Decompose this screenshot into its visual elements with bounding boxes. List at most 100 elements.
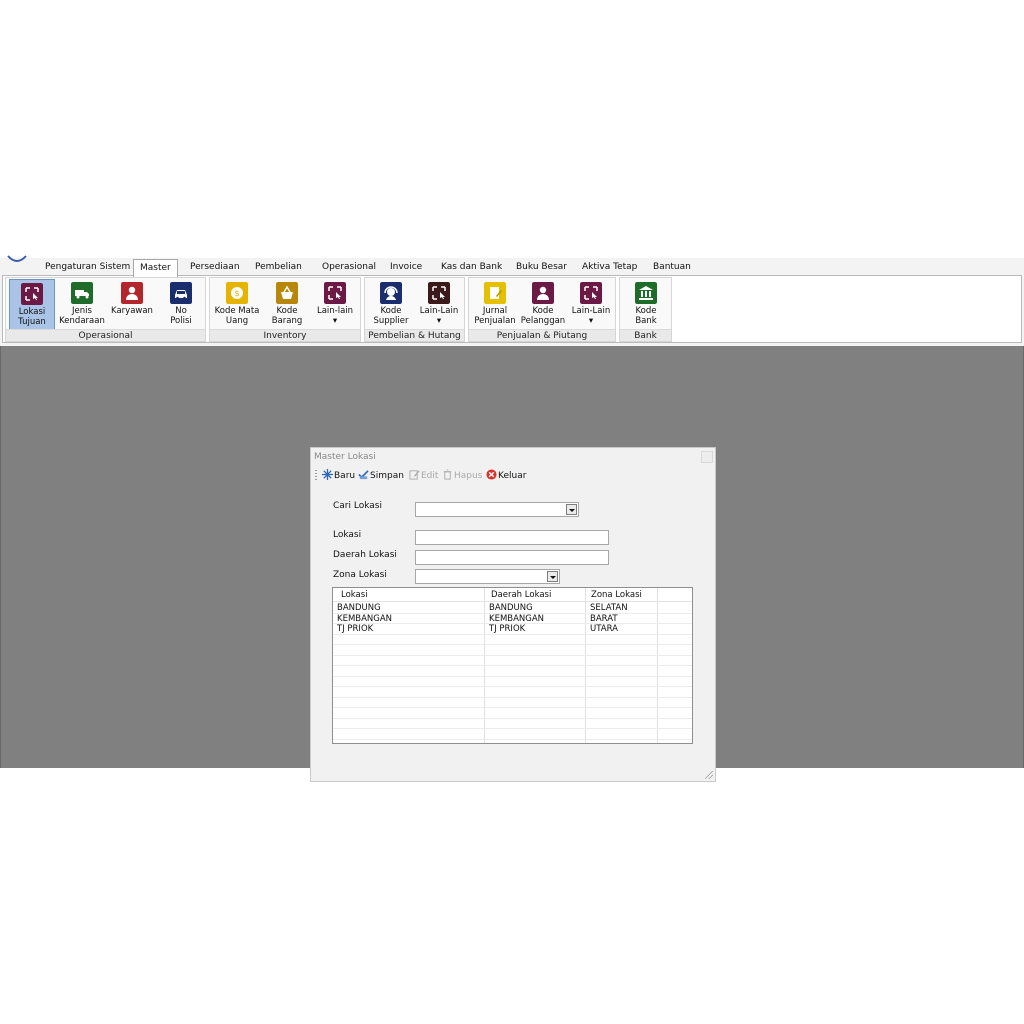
keluar-label: Keluar	[498, 471, 527, 481]
person-icon	[121, 282, 143, 304]
coin-icon: $	[226, 282, 248, 304]
ribbon-button-lain-lain-inventory[interactable]: Lain-lain ▾	[312, 279, 358, 330]
ribbon-button-no-polisi[interactable]: No Polisi	[158, 279, 204, 330]
chevron-down-icon[interactable]	[566, 504, 577, 515]
tab-master[interactable]: Master	[133, 259, 178, 277]
dialog-title: Master Lokasi	[314, 452, 376, 462]
ribbon-button-label: Kode Supplier	[373, 306, 409, 326]
cell-daerah-lokasi: TJ PRIOK	[489, 624, 526, 634]
ribbon-button-kode-mata-uang[interactable]: $ Kode Mata Uang	[213, 279, 261, 330]
trash-icon	[443, 469, 452, 480]
ribbon-group-label: Operasional	[6, 329, 205, 341]
ribbon-button-kode-pelanggan[interactable]: Kode Pelanggan	[520, 279, 566, 330]
ribbon-group-operasional: Lokasi Tujuan Jenis Kendaraan Karyawan N…	[5, 277, 206, 342]
keluar-button[interactable]: Keluar	[486, 469, 526, 483]
snowflake-icon	[322, 469, 333, 480]
tab-operasional[interactable]: Operasional	[316, 259, 382, 276]
daerah-lokasi-label: Daerah Lokasi	[333, 550, 397, 560]
ribbon-button-lain-lain-pembelian[interactable]: Lain-Lain ▾	[416, 279, 462, 330]
baru-label: Baru	[334, 471, 356, 481]
ribbon-group-penjualan-piutang: Jurnal Penjualan Kode Pelanggan Lain-Lai…	[468, 277, 616, 342]
simpan-button[interactable]: Simpan	[358, 469, 404, 483]
master-lokasi-dialog: Master Lokasi Baru Simpan Edit Hapus Kel…	[310, 447, 716, 782]
ribbon: Lokasi Tujuan Jenis Kendaraan Karyawan N…	[2, 275, 1022, 343]
grid-header: Lokasi Daerah Lokasi Zona Lokasi	[333, 589, 692, 602]
application-window: Pengaturan Sistem Master Persediaan Pemb…	[0, 255, 1024, 782]
ribbon-button-kode-supplier[interactable]: Kode Supplier	[368, 279, 414, 330]
menu-bar: Pengaturan Sistem Master Persediaan Pemb…	[0, 255, 1024, 277]
ribbon-button-label: No Polisi	[170, 306, 192, 326]
location-target-icon	[580, 282, 602, 304]
edit-button[interactable]: Edit	[409, 469, 438, 483]
ribbon-button-lokasi-tujuan[interactable]: Lokasi Tujuan	[9, 279, 55, 330]
location-target-icon	[428, 282, 450, 304]
tab-invoice[interactable]: Invoice	[384, 259, 428, 276]
ribbon-button-jenis-kendaraan[interactable]: Jenis Kendaraan	[59, 279, 105, 330]
ribbon-button-label: Lain-lain ▾	[316, 306, 354, 326]
simpan-label: Simpan	[370, 471, 404, 481]
cell-daerah-lokasi: BANDUNG	[489, 603, 533, 613]
ribbon-button-label: Kode Pelanggan	[520, 306, 566, 326]
tab-pengaturan-sistem[interactable]: Pengaturan Sistem	[39, 259, 136, 276]
lokasi-grid[interactable]: Lokasi Daerah Lokasi Zona Lokasi BANDUNG…	[332, 587, 693, 744]
location-target-icon	[21, 283, 43, 305]
ribbon-button-label: Lain-Lain ▾	[571, 306, 611, 326]
basket-icon	[276, 282, 298, 304]
ribbon-group-label: Penjualan & Piutang	[469, 329, 615, 341]
headset-icon	[380, 282, 402, 304]
bank-icon	[635, 282, 657, 304]
hapus-button[interactable]: Hapus	[442, 469, 482, 483]
cari-lokasi-dropdown[interactable]	[415, 502, 579, 517]
table-row[interactable]: TJ PRIOK TJ PRIOK UTARA	[333, 624, 692, 635]
ribbon-group-bank: Kode Bank Bank	[619, 277, 672, 342]
car-icon	[170, 282, 192, 304]
cell-lokasi: BANDUNG	[337, 603, 381, 613]
tab-kas-dan-bank[interactable]: Kas dan Bank	[435, 259, 508, 276]
ribbon-button-label: Jurnal Penjualan	[474, 306, 516, 326]
cell-zona-lokasi: SELATAN	[590, 603, 628, 613]
tab-buku-besar[interactable]: Buku Besar	[510, 259, 573, 276]
ribbon-group-label: Inventory	[210, 329, 360, 341]
dialog-toolbar: Baru Simpan Edit Hapus Keluar	[315, 468, 711, 484]
ribbon-button-kode-bank[interactable]: Kode Bank	[623, 279, 669, 330]
ribbon-group-inventory: $ Kode Mata Uang Kode Barang Lain-lain ▾…	[209, 277, 361, 342]
tab-pembelian[interactable]: Pembelian	[249, 259, 308, 276]
ribbon-button-karyawan[interactable]: Karyawan	[109, 279, 155, 330]
ribbon-button-label: Kode Mata Uang	[214, 306, 260, 326]
baru-button[interactable]: Baru	[322, 469, 355, 483]
ribbon-group-pembelian-hutang: Kode Supplier Lain-Lain ▾ Pembelian & Hu…	[364, 277, 465, 342]
save-icon	[358, 470, 369, 480]
cell-lokasi: TJ PRIOK	[337, 624, 374, 634]
mdi-workspace: Master Lokasi Baru Simpan Edit Hapus Kel…	[0, 346, 1024, 782]
edit-label: Edit	[421, 471, 439, 481]
ribbon-button-lain-lain-penjualan[interactable]: Lain-Lain ▾	[568, 279, 614, 330]
dialog-close-button[interactable]	[701, 451, 713, 463]
column-header-lokasi[interactable]: Lokasi	[337, 589, 483, 601]
ribbon-button-label: Kode Barang	[271, 306, 303, 326]
journal-icon	[484, 282, 506, 304]
ribbon-button-jurnal-penjualan[interactable]: Jurnal Penjualan	[472, 279, 518, 330]
table-row[interactable]: BANDUNG BANDUNG SELATAN	[333, 603, 692, 614]
close-icon	[486, 469, 497, 480]
location-target-icon	[324, 282, 346, 304]
tab-aktiva-tetap[interactable]: Aktiva Tetap	[576, 259, 643, 276]
zona-lokasi-label: Zona Lokasi	[333, 570, 387, 580]
column-header-daerah-lokasi[interactable]: Daerah Lokasi	[487, 589, 585, 601]
hapus-label: Hapus	[454, 471, 483, 481]
resize-grip[interactable]	[705, 771, 713, 779]
ribbon-button-kode-barang[interactable]: Kode Barang	[264, 279, 310, 330]
zona-lokasi-dropdown[interactable]	[415, 569, 560, 584]
cell-zona-lokasi: UTARA	[590, 624, 618, 634]
tab-bantuan[interactable]: Bantuan	[647, 259, 697, 276]
toolbar-grip[interactable]	[315, 470, 317, 482]
tab-persediaan[interactable]: Persediaan	[184, 259, 246, 276]
column-header-zona-lokasi[interactable]: Zona Lokasi	[587, 589, 657, 601]
ribbon-button-label: Jenis Kendaraan	[59, 306, 105, 326]
svg-text:$: $	[234, 289, 239, 298]
chevron-down-icon[interactable]	[547, 571, 558, 582]
customer-icon	[532, 282, 554, 304]
daerah-lokasi-input[interactable]	[415, 550, 609, 565]
ribbon-group-label: Pembelian & Hutang	[365, 329, 464, 341]
lokasi-input[interactable]	[415, 530, 609, 545]
cari-lokasi-label: Cari Lokasi	[333, 501, 382, 511]
